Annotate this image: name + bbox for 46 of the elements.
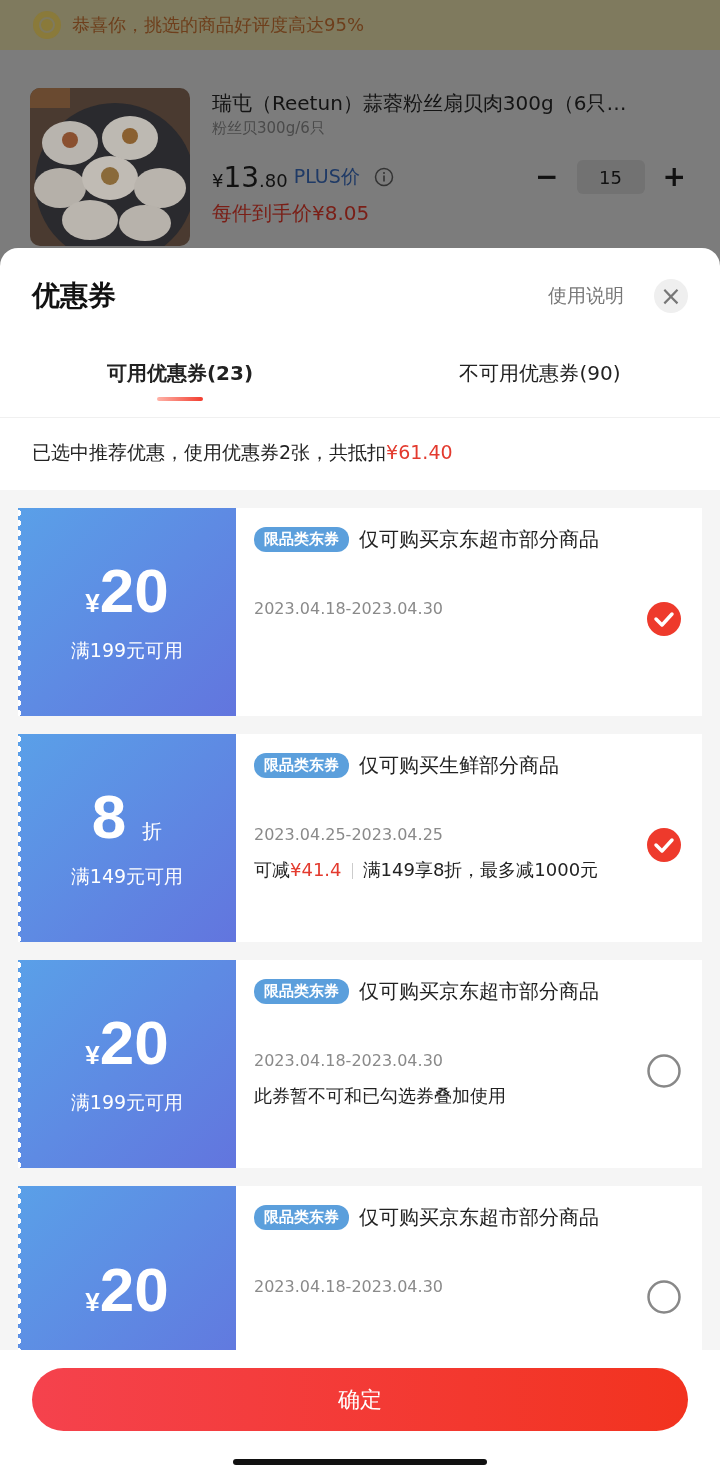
coupon-tag: 限品类东券: [254, 979, 349, 1004]
coupon-dates: 2023.04.18-2023.04.30: [254, 599, 444, 618]
increase-button[interactable]: +: [658, 163, 690, 191]
badge-icon: [32, 10, 62, 40]
tab[interactable]: 可用优惠券(23): [0, 360, 360, 417]
selection-summary: 已选中推荐优惠，使用优惠券2张，共抵扣¥61.40: [31, 440, 454, 465]
coupon-tag: 限品类东券: [254, 527, 349, 552]
coupon-amount: ¥20: [85, 1012, 169, 1074]
radio-button[interactable]: [646, 1279, 682, 1315]
radio-button[interactable]: [646, 1053, 682, 1089]
close-button[interactable]: ×: [654, 279, 688, 313]
coupon-title: 仅可购买京东超市部分商品: [359, 978, 599, 1005]
coupon-card[interactable]: ¥20 限品类东券 仅可购买京东超市部分商品 2023.04.18-2023.04.30: [18, 1186, 702, 1350]
product-price: ¥13.80: [212, 160, 288, 194]
coupon-condition: 满149元可用: [70, 864, 184, 889]
coupon-condition: 满199元可用: [70, 1090, 184, 1115]
coupon-note: 此券暂不可和已勾选券叠加使用: [254, 1084, 507, 1108]
info-icon[interactable]: [373, 167, 394, 187]
coupon-discount: 8 折: [91, 786, 163, 848]
checked-radio[interactable]: [646, 827, 682, 863]
coupon-tag: 限品类东券: [254, 1205, 349, 1230]
coupon-amount: ¥20: [85, 560, 169, 622]
coupon-amount: ¥20: [85, 1259, 169, 1321]
tab[interactable]: 不可用优惠券(90): [360, 360, 720, 417]
coupon-title: 仅可购买生鲜部分商品: [359, 752, 559, 779]
coupon-tag: 限品类东券: [254, 753, 349, 778]
coupon-dates: 2023.04.18-2023.04.30: [254, 1277, 444, 1296]
coupon-dates: 2023.04.18-2023.04.30: [254, 1051, 444, 1070]
coupon-title: 仅可购买京东超市部分商品: [359, 1204, 599, 1231]
coupon-condition: 满199元可用: [70, 638, 184, 663]
product-title: 瑞屯（Reetun）蒜蓉粉丝扇贝肉300g（6只…: [212, 90, 628, 117]
coupon-card[interactable]: ¥20 满199元可用 限品类东券 仅可购买京东超市部分商品 2023.04.18-2023.04.30: [18, 508, 702, 716]
confirm-button[interactable]: 确定: [32, 1368, 688, 1432]
coupon-card[interactable]: 8 折 满149元可用 限品类东券 仅可购买生鲜部分商品 2023.04.25-2023.04.25 可减¥41.4 满149享8折，最多减1000元: [18, 734, 702, 942]
banner-text: 恭喜你，挑选的商品好评度高达95%: [72, 13, 364, 37]
quantity-field[interactable]: 15: [576, 160, 645, 194]
coupon-card[interactable]: ¥20 满199元可用 限品类东券 仅可购买京东超市部分商品 2023.04.18-2023.04.30 此券暂不可和已勾选券叠加使用: [18, 960, 702, 1168]
help-link[interactable]: 使用说明: [542, 282, 630, 310]
coupon-dates: 2023.04.25-2023.04.25: [254, 825, 444, 844]
sheet-title: 优惠券: [32, 278, 116, 314]
decrease-button[interactable]: −: [531, 163, 563, 191]
final-price: 每件到手价¥8.05: [212, 200, 371, 227]
price-label: PLUS价: [293, 164, 360, 189]
coupon-saving-note: 可减¥41.4 满149享8折，最多减1000元: [254, 858, 600, 882]
coupon-title: 仅可购买京东超市部分商品: [359, 526, 599, 553]
checked-radio[interactable]: [646, 601, 682, 637]
